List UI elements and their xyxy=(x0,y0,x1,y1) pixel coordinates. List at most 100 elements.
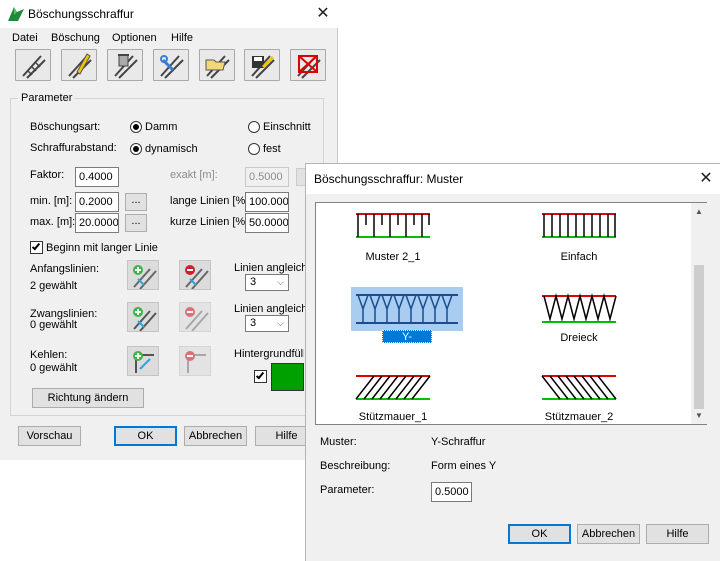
scroll-up-icon[interactable]: ▲ xyxy=(695,207,703,216)
title-bar: Böschungsschraffur ✕ xyxy=(0,0,338,28)
angleichen2-select[interactable]: 3 ⌵ xyxy=(245,315,289,332)
parameter-group-title: Parameter xyxy=(18,92,76,104)
beschreibung-label: Beschreibung: xyxy=(320,460,391,472)
pattern-label: Einfach xyxy=(560,251,598,263)
pattern-list-scrollbar[interactable]: ▲ ▼ xyxy=(691,203,707,424)
beginn-label: Beginn mit langer Linie xyxy=(46,242,158,254)
kehlen-add-button[interactable] xyxy=(127,346,159,376)
close-pattern-icon xyxy=(297,55,321,79)
anfangslinien-remove-button[interactable] xyxy=(179,260,211,290)
schraffurabstand-label: Schraffurabstand: xyxy=(30,142,117,154)
fill-color-swatch[interactable] xyxy=(271,363,304,391)
remove-kehle-icon xyxy=(185,351,206,373)
new-pattern-icon xyxy=(22,55,46,79)
vorschau-button[interactable]: Vorschau xyxy=(18,426,81,446)
exakt-field[interactable]: 0.5000 xyxy=(245,167,289,187)
anfangslinien-count: 2 gewählt xyxy=(30,280,78,292)
kehlen-remove-button[interactable] xyxy=(179,346,211,376)
muster-window-title: Böschungsschraffur: Muster xyxy=(314,172,464,186)
muster-label: Muster: xyxy=(320,436,357,448)
muster-hilfe-button[interactable]: Hilfe xyxy=(646,524,709,544)
dynamisch-radio[interactable] xyxy=(130,143,142,155)
pattern-list[interactable]: Muster 2_1 Einfach Y-Schraffur Dreieck S… xyxy=(315,202,707,425)
muster-abbrechen-button[interactable]: Abbrechen xyxy=(577,524,640,544)
hintergrund-label: Hintergrundfüllung xyxy=(234,348,304,360)
pattern-label: Dreieck xyxy=(560,332,598,344)
main-dialog: Böschungsschraffur ✕ Datei Böschung Opti… xyxy=(0,0,338,460)
kehlen-count: 0 gewählt xyxy=(30,362,78,374)
close-icon[interactable]: ✕ xyxy=(696,170,716,188)
dynamisch-label: dynamisch xyxy=(145,143,198,155)
muster-dialog: Böschungsschraffur: Muster ✕ Muster 2_1 xyxy=(305,163,720,561)
scroll-down-icon[interactable]: ▼ xyxy=(695,411,703,420)
pattern-y-schraffur-icon xyxy=(356,294,458,324)
pattern-label: Stützmauer_1 xyxy=(358,411,428,423)
add-line-icon xyxy=(133,307,157,331)
abbrechen-button[interactable]: Abbrechen xyxy=(184,426,247,446)
muster-title-bar: Böschungsschraffur: Muster ✕ xyxy=(306,164,720,194)
anfangslinien-add-button[interactable] xyxy=(127,260,159,290)
scrollbar-thumb[interactable] xyxy=(694,265,704,409)
beschreibung-value: Form eines Y xyxy=(431,460,497,472)
zwangslinien-add-button[interactable] xyxy=(127,302,159,332)
delete-pattern-icon xyxy=(114,54,138,79)
zwangslinien-count: 0 gewählt xyxy=(30,319,78,331)
min-browse-button[interactable]: ... xyxy=(125,193,147,211)
faktor-field[interactable]: 0.4000 xyxy=(75,167,119,187)
save-pattern-icon xyxy=(251,55,275,79)
hintergrund-checkbox[interactable] xyxy=(254,370,267,383)
new-pattern-button[interactable] xyxy=(15,49,51,81)
richtung-aendern-button[interactable]: Richtung ändern xyxy=(32,388,144,408)
min-label: min. [m]: xyxy=(30,195,73,207)
fest-radio[interactable] xyxy=(248,143,260,155)
settings-pattern-button[interactable] xyxy=(153,49,189,81)
window-title: Böschungsschraffur xyxy=(28,7,134,21)
einschnitt-radio[interactable] xyxy=(248,121,260,133)
edit-pattern-icon xyxy=(68,53,92,79)
fest-label: fest xyxy=(263,143,281,155)
muster-value: Y-Schraffur xyxy=(431,436,486,448)
min-field[interactable]: 0.2000 xyxy=(75,192,119,212)
max-label: max. [m]: xyxy=(30,216,76,228)
pattern-label: Stützmauer_2 xyxy=(544,411,614,423)
pattern-stuetzmauer-1-icon xyxy=(355,375,431,400)
pattern-muster-2-1-icon xyxy=(356,213,430,238)
angleichen1-select[interactable]: 3 ⌵ xyxy=(245,274,289,291)
damm-radio[interactable] xyxy=(130,121,142,133)
chevron-down-icon: ⌵ xyxy=(277,277,284,287)
muster-ok-button[interactable]: OK xyxy=(508,524,571,544)
max-browse-button[interactable]: ... xyxy=(125,214,147,232)
menu-optionen[interactable]: Optionen xyxy=(112,32,157,44)
faktor-label: Faktor: xyxy=(30,169,65,181)
open-pattern-icon xyxy=(205,55,230,79)
save-pattern-button[interactable] xyxy=(244,49,280,81)
lange-linien-field[interactable]: 100.0000 xyxy=(245,192,289,212)
delete-pattern-button[interactable] xyxy=(107,49,143,81)
pattern-dreieck-icon xyxy=(542,293,617,323)
exakt-label: exakt [m]: xyxy=(170,169,218,181)
settings-pattern-icon xyxy=(160,55,184,79)
angleichen1-value: 3 xyxy=(250,276,257,288)
close-icon[interactable]: ✕ xyxy=(313,5,333,23)
pattern-einfach-icon xyxy=(542,213,616,238)
remove-line-icon xyxy=(185,265,209,289)
edit-pattern-button[interactable] xyxy=(61,49,97,81)
ok-button[interactable]: OK xyxy=(114,426,177,446)
menu-datei[interactable]: Datei xyxy=(12,32,38,44)
beginn-checkbox[interactable] xyxy=(30,241,43,254)
lange-linien-label: lange Linien [%]: xyxy=(170,195,252,207)
max-field[interactable]: 20.0000 xyxy=(75,213,119,233)
pattern-label: Muster 2_1 xyxy=(365,251,421,263)
parameter-field[interactable]: 0.5000 xyxy=(431,482,472,502)
kurze-linien-field[interactable]: 50.0000 xyxy=(245,213,289,233)
zwangslinien-remove-button[interactable] xyxy=(179,302,211,332)
kurze-linien-label: kurze Linien [%]: xyxy=(170,216,252,228)
damm-label: Damm xyxy=(145,121,178,133)
close-pattern-button[interactable] xyxy=(290,49,326,81)
menu-hilfe[interactable]: Hilfe xyxy=(171,32,193,44)
kehlen-label: Kehlen: xyxy=(30,349,68,361)
open-pattern-button[interactable] xyxy=(199,49,235,81)
menu-boeschung[interactable]: Böschung xyxy=(51,32,100,44)
remove-line-icon xyxy=(185,307,209,331)
app-logo-icon xyxy=(8,7,24,21)
